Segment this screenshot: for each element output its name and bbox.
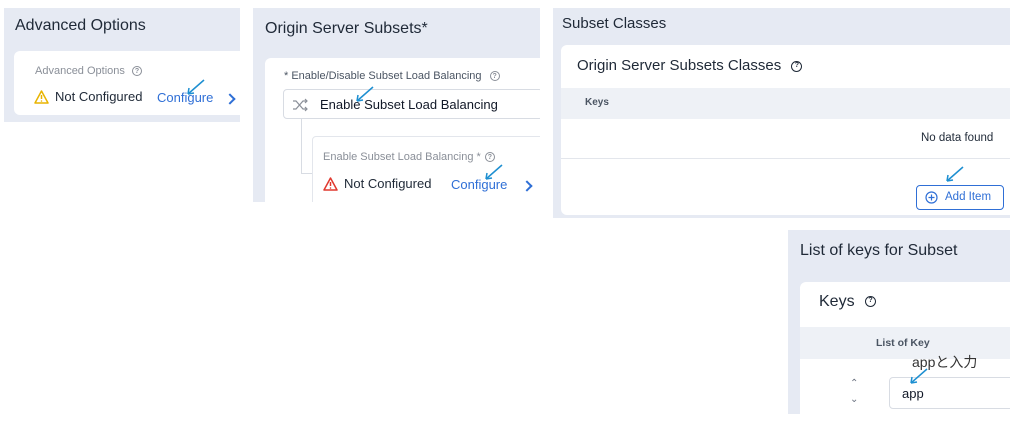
sort-down-icon[interactable]: ⌄ bbox=[850, 394, 858, 405]
panel-title: List of keys for Subset bbox=[800, 242, 958, 259]
panel-title: Subset Classes bbox=[562, 15, 667, 32]
subset-classes-card: Origin Server Subsets Classes ? Keys No … bbox=[561, 45, 1010, 215]
annotation-arrow-icon bbox=[946, 166, 964, 182]
panel-title: Origin Server Subsets* bbox=[265, 20, 428, 37]
field-label: Advanced Options bbox=[35, 65, 125, 77]
table-header: List of Key bbox=[800, 327, 1010, 359]
section-title: Origin Server Subsets Classes bbox=[577, 57, 782, 74]
empty-row: No data found bbox=[561, 119, 1010, 159]
help-icon[interactable]: ? bbox=[131, 66, 142, 77]
plus-circle-icon bbox=[925, 191, 938, 204]
chevron-right-icon[interactable] bbox=[521, 180, 533, 192]
chevron-right-icon[interactable] bbox=[224, 93, 236, 105]
warning-icon bbox=[34, 89, 49, 104]
nested-field-label: Enable Subset Load Balancing * bbox=[323, 151, 481, 163]
status-text: Not Configured bbox=[55, 89, 143, 104]
field-label: * Enable/Disable Subset Load Balancing bbox=[284, 70, 482, 82]
error-icon bbox=[323, 176, 338, 191]
panel-title: Advanced Options bbox=[15, 17, 146, 34]
shuffle-icon bbox=[293, 98, 308, 112]
column-header-list-of-key[interactable]: List of Key bbox=[876, 337, 930, 349]
section-title: Keys bbox=[819, 293, 855, 310]
origin-server-subsets-panel: Origin Server Subsets* * Enable/Disable … bbox=[253, 8, 540, 202]
add-item-button[interactable]: Add Item bbox=[916, 185, 1004, 210]
help-icon[interactable]: ? bbox=[484, 152, 495, 163]
column-header-keys[interactable]: Keys bbox=[585, 97, 609, 108]
table-header: Keys bbox=[561, 88, 1010, 119]
subset-classes-panel: Subset Classes Origin Server Subsets Cla… bbox=[553, 8, 1010, 218]
annotation-arrow-icon bbox=[485, 164, 503, 180]
annotation-arrow-icon bbox=[910, 368, 928, 384]
advanced-options-panel: Advanced Options Advanced Options ? Not … bbox=[4, 8, 240, 122]
keys-card: Keys ? List of Key ⌃ ⌄ app bbox=[800, 282, 1010, 414]
annotation-arrow-icon bbox=[356, 86, 374, 102]
add-item-label: Add Item bbox=[945, 191, 992, 203]
annotation-arrow-icon bbox=[187, 79, 205, 95]
help-icon[interactable]: ? bbox=[791, 60, 803, 72]
help-icon[interactable]: ? bbox=[489, 71, 500, 82]
empty-text: No data found bbox=[921, 132, 994, 144]
status-text: Not Configured bbox=[344, 176, 432, 191]
key-input-value: app bbox=[902, 386, 924, 401]
subset-load-balancing-select[interactable]: Enable Subset Load Balancing bbox=[283, 89, 540, 119]
sort-up-icon[interactable]: ⌃ bbox=[850, 378, 858, 389]
help-icon[interactable]: ? bbox=[865, 296, 877, 308]
list-of-keys-panel: List of keys for Subset Keys ? List of K… bbox=[788, 230, 1010, 414]
select-value: Enable Subset Load Balancing bbox=[320, 97, 498, 112]
